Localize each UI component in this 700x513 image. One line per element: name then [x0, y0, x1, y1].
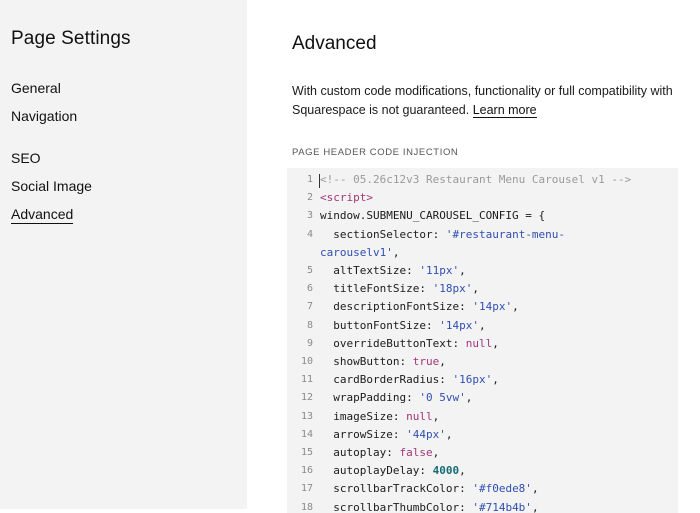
code-token: altTextSize: [320, 264, 420, 277]
code-token: buttonFontSize: [320, 318, 440, 332]
code-editor[interactable]: 1 <!-- 05.26c12v3 Restaurant Menu Carouse… [287, 168, 678, 513]
code-token: , [459, 264, 466, 277]
code-token: '18px' [432, 282, 473, 296]
code-token: autoplay: [320, 446, 400, 459]
code-token: '#714b4b' [472, 500, 532, 513]
line-number: 6 [306, 283, 313, 295]
code-token: null [465, 336, 493, 350]
line-number: 17 [300, 483, 313, 495]
line-number: 12 [300, 392, 313, 404]
sidebar-title: Page Settings [11, 28, 131, 49]
description-text: With custom code modifications, function… [292, 82, 692, 119]
line-number: 16 [300, 465, 313, 477]
code-line: scrollbarTrackColor: '#f0ede8', [320, 482, 539, 496]
code-line: <script> [320, 191, 373, 204]
page-title: Advanced [292, 33, 377, 54]
code-token: '0 5vw' [419, 391, 466, 405]
code-token: , [392, 245, 400, 259]
code-token: , [531, 500, 539, 513]
code-token: , [465, 391, 473, 405]
sidebar-item-social-image[interactable]: Social Image [11, 178, 92, 194]
code-line: imageSize: null, [320, 410, 439, 423]
code-token: descriptionFontSize: [320, 300, 473, 314]
line-number: 9 [306, 337, 313, 349]
code-token: scrollbarTrackColor: [320, 482, 473, 496]
main-panel: Advanced With custom code modifications,… [247, 0, 700, 513]
code-token: '14px' [472, 300, 513, 314]
line-number: 1 [306, 174, 313, 185]
code-token: , [432, 446, 440, 459]
line-number: 2 [306, 192, 313, 204]
code-token: false [399, 446, 433, 459]
code-line: scrollbarThumbColor: '#714b4b', [320, 500, 539, 513]
code-line: titleFontSize: '18px', [320, 282, 479, 295]
code-line: autoplayDelay: 4000, [320, 464, 466, 478]
code-token: cardBorderRadius: [320, 373, 453, 387]
line-number: 15 [300, 447, 313, 458]
code-line: buttonFontSize: '14px', [320, 318, 486, 332]
code-token: null [406, 409, 433, 423]
code-token: '16px' [452, 373, 493, 387]
code-token: '#f0ede8' [472, 482, 532, 496]
code-line: altTextSize: '11px', [320, 264, 466, 277]
code-token: <!-- 05.26c12v3 Restaurant Menu Carousel… [320, 173, 632, 186]
code-token: carouselv1' [320, 245, 393, 259]
code-line: <!-- 05.26c12v3 Restaurant Menu Carousel… [320, 173, 631, 186]
sidebar-item-navigation[interactable]: Navigation [11, 108, 77, 124]
code-token: , [459, 464, 466, 478]
code-token: autoplayDelay: [320, 464, 433, 478]
line-number: 14 [300, 428, 313, 440]
code-token: <script> [320, 191, 373, 205]
code-line: window.SUBMENU_CAROUSEL_CONFIG = { [320, 209, 545, 222]
line-number: 18 [300, 501, 313, 513]
code-line: wrapPadding: '0 5vw', [320, 391, 472, 404]
code-token: sectionSelector: [320, 227, 446, 241]
code-token: 4000 [432, 464, 460, 478]
code-line: arrowSize: '44px', [320, 428, 452, 441]
line-number: 4 [306, 228, 313, 240]
code-token: , [472, 282, 479, 296]
code-token: arrowSize: [320, 427, 407, 441]
code-token: window.SUBMENU_CAROUSEL_CONFIG = { [320, 209, 546, 223]
code-token: , [445, 427, 453, 441]
code-token: , [432, 409, 440, 423]
code-line: descriptionFontSize: '14px', [320, 300, 519, 314]
code-line: carouselv1', [320, 246, 399, 259]
line-number: 3 [306, 210, 313, 222]
line-number: 11 [300, 374, 313, 386]
code-token: '44px' [406, 427, 446, 441]
code-token: true [412, 355, 440, 368]
sidebar: Page Settings General Navigation SEO Soc… [0, 0, 247, 509]
code-line: autoplay: false, [320, 446, 439, 459]
code-token: '#restaurant-menu- [445, 227, 566, 241]
code-token: '14px' [439, 318, 479, 332]
code-token: , [512, 300, 519, 314]
code-line: showButton: true, [320, 355, 446, 368]
code-token: overrideButtonText: [320, 336, 466, 350]
code-line: overrideButtonText: null, [320, 337, 499, 350]
line-number: 8 [306, 319, 313, 331]
code-line: sectionSelector: '#restaurant-menu- [320, 228, 565, 241]
code-token: wrapPadding: [320, 391, 420, 405]
code-token: , [492, 373, 499, 387]
code-token: , [492, 336, 499, 350]
line-number: 7 [306, 301, 313, 313]
code-token: scrollbarThumbColor: [320, 500, 473, 513]
code-token: titleFontSize: [320, 282, 433, 296]
line-number: 13 [300, 410, 313, 422]
code-line: cardBorderRadius: '16px', [320, 373, 499, 386]
code-token: , [531, 482, 539, 496]
sidebar-item-advanced[interactable]: Advanced [11, 206, 74, 224]
line-number: 10 [300, 356, 313, 367]
code-token: imageSize: [320, 409, 407, 423]
code-token: , [478, 318, 486, 332]
code-token: showButton: [320, 355, 413, 368]
code-token: '11px' [419, 264, 460, 277]
section-label: PAGE HEADER CODE INJECTION [292, 147, 459, 158]
learn-more-link[interactable]: Learn more [472, 102, 537, 118]
line-number: 5 [306, 265, 313, 276]
code-token: , [439, 355, 446, 368]
sidebar-item-general[interactable]: General [11, 80, 61, 96]
sidebar-item-seo[interactable]: SEO [11, 150, 41, 166]
